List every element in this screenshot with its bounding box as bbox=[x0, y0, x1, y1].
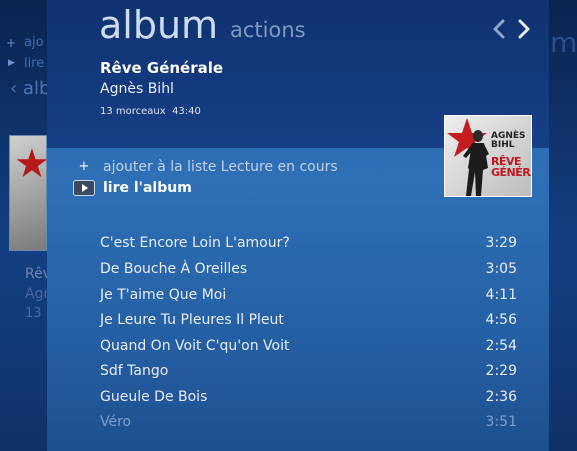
play-icon bbox=[73, 180, 95, 196]
album-details-panel: album actions Rêve Générale Agnès Bihl 1… bbox=[47, 0, 549, 451]
track-duration: 3:51 bbox=[485, 414, 517, 430]
track-row[interactable]: Véro 3:51 bbox=[100, 414, 517, 436]
chevron-left-icon[interactable] bbox=[490, 16, 508, 42]
cover-artist-text: AGNÈS BIHL bbox=[491, 132, 526, 150]
album-artist: Agnès Bihl bbox=[100, 81, 174, 97]
track-row[interactable]: Je T'aime Que Moi 4:11 bbox=[100, 287, 517, 309]
track-row[interactable]: Sdf Tango 2:29 bbox=[100, 363, 517, 385]
background-play-icon: ▶ bbox=[8, 58, 15, 68]
album-title: Rêve Générale bbox=[100, 59, 224, 77]
plus-icon: + bbox=[78, 159, 90, 174]
background-plus-icon: + bbox=[6, 36, 17, 50]
track-row[interactable]: Quand On Voit C'qu'on Voit 2:54 bbox=[100, 338, 517, 360]
track-title: Je T'aime Que Moi bbox=[100, 287, 227, 303]
background-album-nav: ‹ alb bbox=[10, 78, 51, 99]
album-meta: 13 morceaux 43:40 bbox=[100, 106, 201, 117]
cover-album-text: RÊVE GÉNÉRALE bbox=[491, 156, 531, 179]
track-title: Sdf Tango bbox=[100, 363, 169, 379]
track-row[interactable]: C'est Encore Loin L'amour? 3:29 bbox=[100, 235, 517, 257]
track-row[interactable]: Gueule De Bois 2:36 bbox=[100, 389, 517, 411]
pivot-actions[interactable]: actions bbox=[230, 17, 306, 43]
play-album-label: lire l'album bbox=[103, 180, 192, 196]
album-cover: AGNÈS BIHL RÊVE GÉNÉRALE bbox=[444, 115, 532, 197]
background-album-meta: 13 bbox=[25, 306, 42, 321]
track-duration: 3:05 bbox=[485, 261, 517, 277]
add-to-now-playing-label: ajouter à la liste Lecture en cours bbox=[103, 159, 338, 175]
play-album-button[interactable]: lire l'album bbox=[73, 178, 192, 198]
track-duration: 2:29 bbox=[485, 363, 517, 379]
chevron-right-icon[interactable] bbox=[515, 16, 533, 42]
track-row[interactable]: Je Leure Tu Pleures Il Pleut 4:56 bbox=[100, 312, 517, 334]
background-right-text: m bbox=[550, 26, 577, 59]
background-add-text: ajo bbox=[24, 35, 44, 50]
background-album-thumbnail: ★ bbox=[9, 135, 47, 251]
background-play-text: lire bbox=[24, 56, 45, 71]
track-duration: 2:36 bbox=[485, 389, 517, 405]
track-duration: 4:11 bbox=[485, 287, 517, 303]
cover-album-line2: GÉNÉRALE bbox=[491, 166, 531, 179]
track-title: Je Leure Tu Pleures Il Pleut bbox=[100, 312, 284, 328]
pivot-album[interactable]: album bbox=[99, 2, 218, 48]
track-title: Véro bbox=[100, 414, 132, 430]
track-title: C'est Encore Loin L'amour? bbox=[100, 235, 290, 251]
album-duration: 43:40 bbox=[172, 106, 201, 117]
track-duration: 3:29 bbox=[485, 235, 517, 251]
add-to-now-playing-button[interactable]: + ajouter à la liste Lecture en cours bbox=[73, 157, 338, 177]
track-duration: 4:56 bbox=[485, 312, 517, 328]
cover-artist-line2: BIHL bbox=[491, 140, 515, 150]
album-track-count: 13 morceaux bbox=[100, 106, 166, 117]
background-star-icon: ★ bbox=[14, 141, 47, 187]
track-duration: 2:54 bbox=[485, 338, 517, 354]
track-title: Gueule De Bois bbox=[100, 389, 208, 405]
background-right-pane bbox=[549, 0, 577, 451]
track-title: De Bouche À Oreilles bbox=[100, 261, 248, 277]
track-title: Quand On Voit C'qu'on Voit bbox=[100, 338, 290, 354]
track-row[interactable]: De Bouche À Oreilles 3:05 bbox=[100, 261, 517, 283]
